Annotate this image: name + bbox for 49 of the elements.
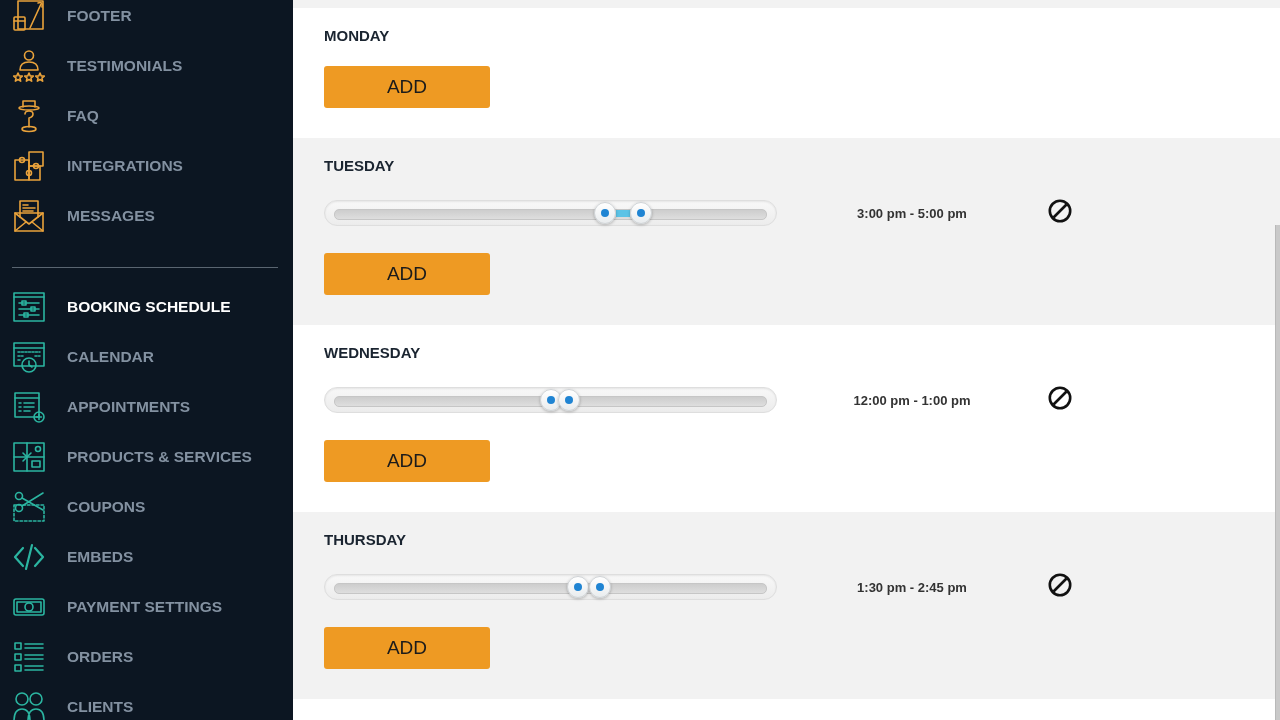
sidebar-item[interactable]: ORDERS bbox=[0, 632, 138, 682]
add-button[interactable]: ADD bbox=[324, 627, 490, 669]
slider-track[interactable] bbox=[324, 574, 777, 600]
sidebar-item[interactable]: BOOKING SCHEDULE bbox=[0, 282, 235, 332]
ban-icon[interactable] bbox=[1048, 386, 1072, 410]
puzzle-icon bbox=[12, 149, 46, 183]
package-icon bbox=[12, 440, 46, 474]
slider-handle[interactable] bbox=[629, 202, 652, 224]
day-label: TUESDAY bbox=[324, 158, 395, 174]
add-button[interactable]: ADD bbox=[324, 66, 490, 108]
page-pen-icon bbox=[12, 0, 46, 33]
sidebar-item[interactable]: PRODUCTS & SERVICES bbox=[0, 432, 256, 482]
slider-track[interactable] bbox=[324, 387, 777, 413]
person-stars-icon bbox=[12, 49, 46, 83]
slider-handle[interactable] bbox=[557, 389, 580, 411]
day-label: MONDAY bbox=[324, 28, 390, 44]
ban-icon[interactable] bbox=[1048, 573, 1072, 597]
ban-icon[interactable] bbox=[1048, 199, 1072, 223]
sidebar-item[interactable]: APPOINTMENTS bbox=[0, 382, 195, 432]
day-label: THURSDAY bbox=[324, 532, 406, 548]
calendar-clock-icon bbox=[12, 340, 46, 374]
scissors-coupon-icon bbox=[12, 490, 46, 524]
envelope-letter-icon bbox=[12, 199, 46, 233]
time-range: 1:30 pm - 2:45 pm bbox=[856, 579, 968, 595]
list-plus-icon bbox=[12, 390, 46, 424]
add-button[interactable]: ADD bbox=[324, 440, 490, 482]
add-button[interactable]: ADD bbox=[324, 253, 490, 295]
slider-track[interactable] bbox=[324, 200, 777, 226]
sidebar-item[interactable]: FAQ bbox=[0, 91, 103, 141]
time-range: 12:00 pm - 1:00 pm bbox=[852, 392, 972, 408]
sidebar-item[interactable]: CALENDAR bbox=[0, 332, 158, 382]
slider-handle[interactable] bbox=[593, 202, 616, 224]
sidebar-item[interactable]: EMBEDS bbox=[0, 532, 138, 582]
slider-handle[interactable] bbox=[566, 576, 589, 598]
sidebar-item[interactable]: INTEGRATIONS bbox=[0, 141, 187, 191]
sidebar-item[interactable]: MESSAGES bbox=[0, 191, 159, 241]
sliders-window-icon bbox=[12, 290, 46, 324]
time-range: 3:00 pm - 5:00 pm bbox=[856, 205, 968, 221]
sidebar-item[interactable]: PAYMENT SETTINGS bbox=[0, 582, 227, 632]
checklist-icon bbox=[12, 640, 46, 674]
sidebar-item[interactable]: TESTIMONIALS bbox=[0, 41, 187, 91]
sidebar-item[interactable]: FOOTER bbox=[0, 0, 136, 41]
day-label: WEDNESDAY bbox=[324, 345, 421, 361]
slider-handle[interactable] bbox=[589, 576, 612, 598]
slider-handle[interactable] bbox=[539, 389, 562, 411]
sidebar-item[interactable]: CLIENTS bbox=[0, 682, 138, 720]
scrollbar-thumb[interactable] bbox=[1275, 225, 1280, 720]
people-icon bbox=[12, 690, 46, 720]
sidebar-item[interactable]: COUPONS bbox=[0, 482, 150, 532]
